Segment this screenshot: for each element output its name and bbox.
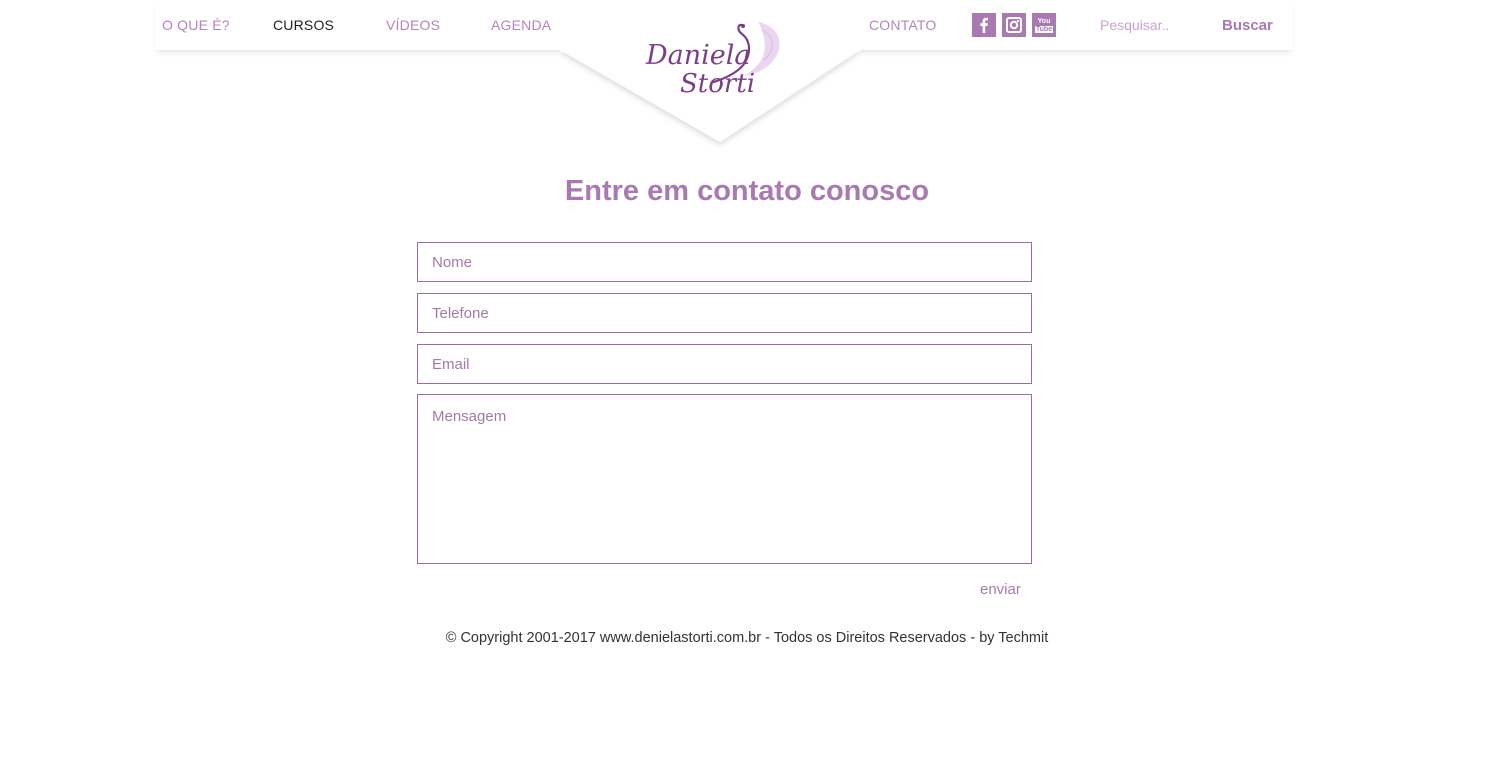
swan-logo-icon: Daniela Storti: [645, 22, 780, 99]
youtube-text-bottom: Tube: [1034, 25, 1054, 33]
name-field[interactable]: [417, 242, 1032, 282]
facebook-icon[interactable]: [972, 13, 996, 37]
email-field[interactable]: [417, 344, 1032, 384]
nav-item-videos[interactable]: VÍDEOS: [386, 17, 440, 33]
logo-text-line1: Daniela: [645, 40, 750, 71]
logo[interactable]: Daniela Storti: [640, 16, 790, 100]
nav-item-contato[interactable]: CONTATO: [869, 17, 937, 33]
phone-field[interactable]: [417, 293, 1032, 333]
logo-text-line2: Storti: [680, 69, 755, 99]
nav-item-o-que-e[interactable]: O QUE É?: [162, 17, 230, 33]
search-button[interactable]: Buscar: [1216, 10, 1279, 40]
nav-item-cursos[interactable]: CURSOS: [273, 17, 334, 33]
nav-item-agenda[interactable]: AGENDA: [491, 17, 551, 33]
message-field[interactable]: [417, 394, 1032, 564]
youtube-icon[interactable]: You Tube: [1032, 13, 1056, 37]
footer-copyright: © Copyright 2001-2017 www.denielastorti.…: [445, 630, 1049, 646]
page: O QUE É? CURSOS VÍDEOS AGENDA CONTATO Yo…: [0, 0, 1494, 773]
instagram-icon[interactable]: [1002, 13, 1026, 37]
submit-button[interactable]: enviar: [974, 576, 1027, 602]
page-title: Entre em contato conosco: [564, 175, 930, 207]
youtube-text-top: You: [1037, 17, 1051, 25]
search-input[interactable]: [1096, 12, 1214, 38]
